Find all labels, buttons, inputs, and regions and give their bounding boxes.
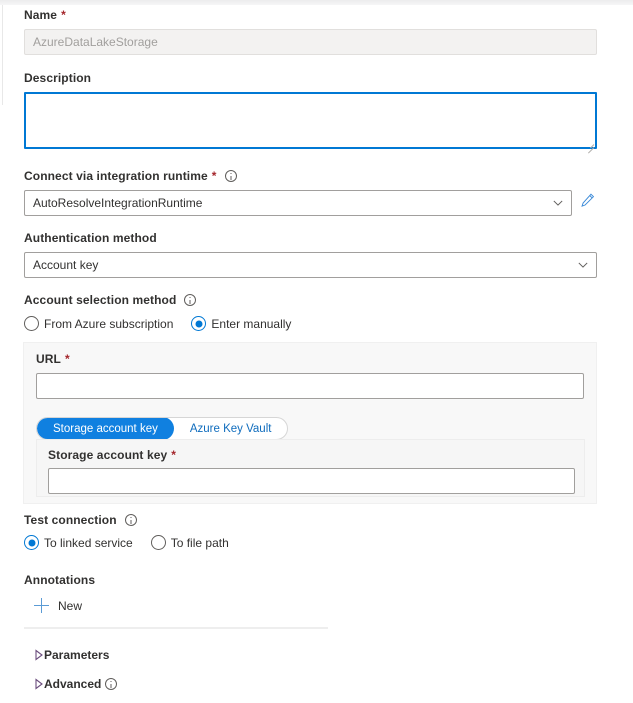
info-icon[interactable] [224, 170, 237, 182]
test-connection-radio-group: To linked service To file path [24, 535, 597, 550]
name-field-group: Name * [24, 8, 597, 55]
plus-icon [34, 598, 49, 613]
annotations-label-text: Annotations [24, 573, 96, 587]
section-divider [24, 627, 328, 629]
radio-to-file-path[interactable]: To file path [150, 535, 229, 550]
description-label: Description [24, 71, 597, 85]
description-field-group: Description [24, 71, 597, 154]
radio-label: From Azure subscription [44, 316, 174, 331]
annotations-group: Annotations New [24, 573, 424, 613]
name-label-text: Name [24, 8, 58, 22]
radio-label: To file path [170, 535, 229, 550]
account-selection-radio-group: From Azure subscription Enter manually [24, 316, 597, 331]
chevron-down-icon [570, 253, 596, 277]
name-label: Name * [24, 8, 597, 22]
chevron-right-icon [29, 649, 43, 661]
account-selection-method-group: Account selection method From Azure subs… [24, 293, 597, 331]
storage-account-key-required-asterisk: * [171, 448, 177, 462]
storage-account-key-input[interactable] [48, 468, 575, 494]
url-required-asterisk: * [64, 352, 70, 366]
integration-runtime-label-text: Connect via integration runtime [24, 169, 208, 183]
storage-account-key-label-text: Storage account key [48, 448, 168, 462]
account-selection-method-label: Account selection method [24, 293, 597, 307]
section-parameters[interactable]: Parameters [29, 648, 109, 662]
integration-runtime-dropdown[interactable]: AutoResolveIntegrationRuntime [24, 190, 572, 216]
credential-source-tabs: Storage account key Azure Key Vault [36, 417, 289, 440]
chevron-down-icon [545, 191, 571, 215]
integration-runtime-value: AutoResolveIntegrationRuntime [33, 196, 203, 210]
url-label: URL * [36, 352, 584, 366]
radio-circle-selected-icon [24, 535, 39, 550]
radio-circle-icon [150, 535, 166, 550]
account-selection-method-label-text: Account selection method [24, 293, 177, 307]
section-advanced-label: Advanced [44, 677, 102, 691]
info-icon[interactable] [105, 678, 118, 690]
authentication-method-field-group: Authentication method Account key [24, 231, 597, 278]
url-input[interactable] [36, 373, 584, 399]
integration-runtime-required-asterisk: * [211, 169, 217, 183]
integration-runtime-label: Connect via integration runtime * [24, 169, 597, 183]
section-advanced-label-wrap: Advanced [44, 677, 118, 691]
radio-circle-icon [24, 316, 39, 331]
section-parameters-label: Parameters [44, 648, 110, 662]
linked-service-form: Name* Description Connect via integratio… [0, 5, 633, 703]
radio-enter-manually[interactable]: Enter manually [191, 316, 291, 331]
annotations-label: Annotations [24, 573, 424, 587]
authentication-method-label: Authentication method [24, 231, 597, 245]
tab-azure-key-vault[interactable]: Azure Key Vault [174, 418, 288, 439]
description-textarea-wrap [24, 92, 597, 154]
name-input[interactable] [24, 29, 597, 55]
radio-circle-selected-icon [191, 316, 207, 331]
pencil-icon[interactable] [579, 192, 597, 210]
description-textarea[interactable] [24, 92, 597, 149]
url-field-group: URL * [36, 352, 584, 399]
description-label-text: Description [24, 71, 92, 85]
radio-label: Enter manually [211, 316, 292, 331]
radio-to-linked-service[interactable]: To linked service [24, 535, 133, 550]
url-label-text: URL [36, 352, 61, 366]
info-icon[interactable] [124, 514, 137, 526]
storage-account-key-label: Storage account key * [48, 448, 575, 462]
manual-entry-panel: URL * Storage account key Azure Key Vault… [23, 342, 597, 504]
storage-account-key-panel: Storage account key * [36, 439, 585, 497]
add-annotation-label: New [58, 598, 83, 613]
integration-runtime-field-group: Connect via integration runtime * AutoRes… [24, 169, 597, 216]
chevron-right-icon [29, 678, 43, 690]
storage-account-key-field-group: Storage account key * [48, 448, 575, 494]
test-connection-group: Test connection To linked service To fil… [24, 513, 597, 550]
authentication-method-value: Account key [33, 258, 99, 272]
radio-label: To linked service [44, 535, 133, 550]
authentication-method-label-text: Authentication method [24, 231, 157, 245]
name-required-asterisk: * [61, 8, 66, 22]
add-annotation-button[interactable]: New [24, 598, 424, 613]
authentication-method-dropdown[interactable]: Account key [24, 252, 597, 278]
tab-storage-account-key[interactable]: Storage account key [37, 418, 174, 439]
test-connection-label: Test connection [24, 513, 597, 527]
info-icon[interactable] [184, 294, 197, 306]
section-advanced[interactable]: Advanced [29, 677, 118, 691]
test-connection-label-text: Test connection [24, 513, 117, 527]
radio-from-azure-subscription[interactable]: From Azure subscription [24, 316, 173, 331]
